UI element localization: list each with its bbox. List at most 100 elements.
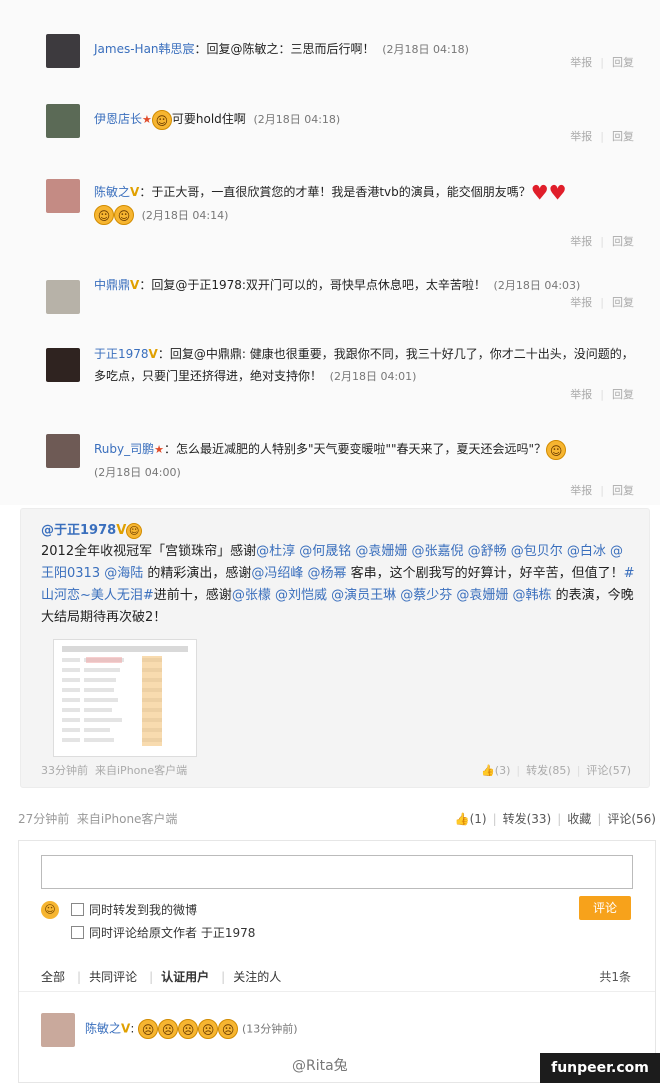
comment-filter-tabs: 全部 | 共同评论 | 认证用户 | 关注的人 (41, 970, 282, 984)
favorite-link[interactable]: 收藏 (567, 812, 591, 826)
comment-actions: 举报 | 回复 (570, 235, 634, 248)
author-link[interactable]: @于正1978 (41, 523, 116, 538)
comment-user[interactable]: 于正1978 (94, 347, 149, 361)
comment-count: 共1条 (599, 970, 631, 984)
verified-badge-icon: V (121, 1021, 131, 1036)
reply-link[interactable]: 回复 (612, 388, 634, 401)
report-link[interactable]: 举报 (570, 296, 592, 309)
comment-user[interactable]: 伊恩店长 (94, 112, 142, 126)
avatar[interactable] (46, 434, 80, 468)
reply-link[interactable]: 回复 (612, 56, 634, 69)
comment-box: ☺ 同时转发到我的微博 同时评论给原文作者 于正1978 评论 全部 | 共同评论 |… (18, 840, 656, 1083)
mention-links[interactable]: @张檬 @刘恺威 @演员王琳 @蔡少芬 @袁姗姗 @韩栋 (232, 588, 552, 603)
submit-comment-button[interactable]: 评论 (579, 896, 631, 920)
comment-user[interactable]: James-Han韩思宸 (94, 42, 195, 56)
sad-emoji-icon: ☹ (178, 1019, 199, 1039)
comment-actions: 举报 | 回复 (570, 296, 634, 309)
smiley-emoji-icon: ☺ (151, 109, 172, 130)
like-count[interactable]: (3) (495, 764, 511, 777)
avatar[interactable] (46, 34, 80, 68)
reply-user[interactable]: 陈敏之 (85, 1022, 121, 1036)
comment-user[interactable]: 陈敏之 (94, 185, 130, 199)
comment-user[interactable]: Ruby_司鹏 (94, 442, 154, 456)
comment-time: (2月18日 04:03) (493, 279, 581, 292)
verified-badge-icon: V (130, 185, 140, 199)
watermark: @Rita兔 (292, 1058, 348, 1074)
post-meta: 33分钟前 来自iPhone客户端 (41, 764, 188, 777)
tab-following[interactable]: 关注的人 (233, 970, 281, 984)
report-link[interactable]: 举报 (570, 130, 592, 143)
comments-panel: James-Han韩思宸：回复@陈敏之：三思而后行啊！ (2月18日 04:18… (0, 0, 660, 505)
comment-text: 伊恩店长★ ☺ 可要hold住啊 (2月18日 04:18) (94, 108, 634, 131)
star-badge-icon: ★ (154, 443, 164, 456)
emoji-icon: ☺ (126, 522, 143, 539)
thumbs-up-icon[interactable]: 👍 (481, 764, 495, 777)
comment-text: Ruby_司鹏★：怎么最近减肥的人特别多"天气要变暖啦""春天来了，夏天还会远吗… (94, 438, 634, 484)
retweeted-post: @于正1978V ☺ 2012全年收视冠军「宫锁珠帘」感谢@杜淳 @何晟铭 @袁姗… (20, 508, 650, 788)
sad-emoji-icon: ☹ (218, 1019, 239, 1039)
comment-origin-checkbox[interactable]: 同时评论给原文作者 于正1978 (71, 924, 255, 941)
checkbox-icon[interactable] (71, 903, 84, 916)
report-link[interactable]: 举报 (570, 235, 592, 248)
mention-links[interactable]: @冯绍峰 @杨幂 (251, 566, 346, 581)
comment-actions: 举报 | 回复 (570, 130, 634, 143)
reply-text: 陈敏之V: ☹ ☹ ☹ ☹ ☹ (13分钟前) (85, 1019, 485, 1039)
tab-common[interactable]: 共同评论 (89, 970, 137, 984)
tab-all[interactable]: 全部 (41, 970, 65, 984)
heart-icon: ♥♥ (530, 180, 567, 205)
reply-link[interactable]: 回复 (612, 130, 634, 143)
comment-text: 陈敏之V：于正大哥，一直很欣賞您的才華！我是香港tvb的演員，能交個朋友嗎？♥♥… (94, 180, 567, 225)
comment-text: James-Han韩思宸：回复@陈敏之：三思而后行啊！ (2月18日 04:18… (94, 42, 469, 56)
comment-user[interactable]: 中鼎鼎 (94, 278, 130, 292)
avatar[interactable] (41, 1013, 75, 1047)
comment-input[interactable] (41, 855, 633, 889)
avatar[interactable] (46, 104, 80, 138)
star-badge-icon: ★ (142, 113, 152, 126)
report-link[interactable]: 举报 (570, 484, 592, 497)
avatar[interactable] (46, 348, 80, 382)
repost-link[interactable]: 转发(85) (526, 764, 571, 777)
sad-emoji-icon: ☹ (158, 1019, 179, 1039)
reply-link[interactable]: 回复 (612, 484, 634, 497)
report-link[interactable]: 举报 (570, 388, 592, 401)
avatar[interactable] (46, 179, 80, 213)
site-logo: funpeer.com (540, 1053, 660, 1083)
comment-link[interactable]: 评论(56) (607, 812, 656, 826)
repost-link[interactable]: 转发(33) (503, 812, 552, 826)
post-image-thumbnail[interactable] (53, 639, 197, 757)
verified-badge-icon: V (148, 347, 158, 361)
repost-checkbox[interactable]: 同时转发到我的微博 (71, 901, 197, 918)
avatar[interactable] (46, 280, 80, 314)
comment-time: (2月18日 04:14) (141, 208, 229, 222)
reply-time: (13分钟前) (242, 1022, 298, 1036)
post-actions: 👍(3) | 转发(85) | 评论(57) (481, 764, 631, 777)
comment-actions: 举报 | 回复 (570, 484, 634, 497)
blush-emoji-icon: ☺ (94, 205, 114, 225)
post-author: @于正1978V ☺ (41, 519, 143, 539)
thumbs-up-icon[interactable]: 👍 (455, 812, 470, 826)
post-body: 2012全年收视冠军「宫锁珠帘」感谢@杜淳 @何晟铭 @袁姗姗 @张嘉倪 @舒畅… (41, 544, 635, 625)
comment-actions: 举报 | 回复 (570, 56, 634, 69)
laugh-emoji-icon: ☺ (546, 439, 567, 460)
reply-link[interactable]: 回复 (612, 235, 634, 248)
tab-verified[interactable]: 认证用户 (161, 970, 209, 984)
emoji-picker-icon[interactable]: ☺ (41, 901, 59, 919)
divider (19, 991, 655, 992)
verified-badge-icon: V (116, 523, 127, 538)
comment-link[interactable]: 评论(57) (586, 764, 631, 777)
main-post-meta: 27分钟前 来自iPhone客户端 (18, 812, 178, 826)
sad-emoji-icon: ☹ (198, 1019, 219, 1039)
comment-time: (2月18日 04:18) (382, 43, 469, 56)
checkbox-icon[interactable] (71, 926, 84, 939)
comment-text: 于正1978V：回复@中鼎鼎: 健康也很重要，我跟你不同，我三十好几了，你才二十… (94, 347, 634, 383)
blush-emoji-icon: ☺ (114, 205, 134, 225)
reply-link[interactable]: 回复 (612, 296, 634, 309)
verified-badge-icon: V (130, 278, 140, 292)
like-count[interactable]: (1) (470, 812, 487, 826)
comment-time: (2月18日 04:01) (329, 370, 417, 383)
main-post-actions: 👍(1) | 转发(33) | 收藏 | 评论(56) (454, 812, 656, 826)
sad-emoji-icon: ☹ (138, 1019, 159, 1039)
comment-time: (2月18日 04:18) (253, 113, 341, 126)
comment-actions: 举报 | 回复 (570, 388, 634, 401)
report-link[interactable]: 举报 (570, 56, 592, 69)
